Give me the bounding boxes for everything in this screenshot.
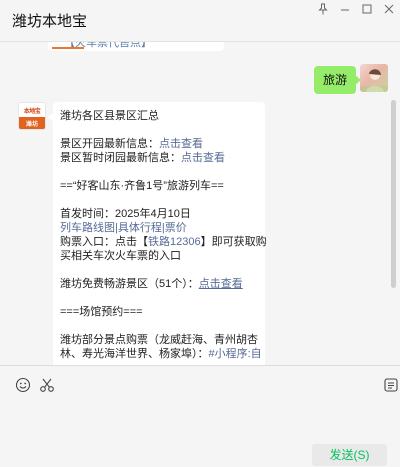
closed-info-link[interactable]: 点击查看 [181,152,225,164]
previous-card-accent [52,47,84,49]
partial-tickets-line-2: 林、寿光海洋世界、杨家埠）：#小程序:自 [60,348,262,360]
train-links-line: 列车路线图|具体行程|票价 [60,222,187,234]
partial-tickets-line: 潍坊部分景点购票（龙威赶海、青州胡杏 [60,334,258,346]
pin-icon[interactable] [312,0,334,18]
open-info-line: 景区开园最新信息：点击查看 [60,138,203,150]
free-scenic-link[interactable]: 点击查看 [199,278,243,290]
avatar-bottom-text: 潍坊 [25,121,38,128]
avatar-top-text: 本地宝 [23,109,41,115]
emoji-icon[interactable] [14,376,32,394]
minimize-icon[interactable] [334,0,356,18]
message-input-area[interactable]: 发送(S) [0,365,400,467]
ticket-line: 购票入口：点击【铁路12306】即可获取购 [60,236,267,248]
my-avatar[interactable] [360,64,388,92]
closed-info-line: 景区暂时闭园最新信息：点击查看 [60,152,225,164]
previous-message-card[interactable]: 【火车票代售点】 [48,42,224,51]
railway-12306-link[interactable]: 铁路12306 [148,236,201,248]
send-button[interactable]: 发送(S) [312,444,387,466]
scissors-icon[interactable] [38,376,56,394]
open-info-link[interactable]: 点击查看 [159,138,203,150]
mini-program-link[interactable]: #小程序:自 [209,348,262,360]
message-title: 潍坊各区县景区汇总 [60,110,159,122]
maximize-icon[interactable] [356,0,378,18]
chat-history-icon[interactable] [382,376,400,394]
title-bar: 潍坊本地宝 [0,0,400,42]
ticket-line-2: 买相关车次火车票的入口 [60,250,181,262]
bot-message-bubble: 潍坊各区县景区汇总 景区开园最新信息：点击查看 景区暂时闭园最新信息：点击查看 … [48,102,267,365]
itinerary-link[interactable]: 具体行程 [118,222,162,234]
close-icon[interactable] [378,0,400,18]
first-departure: 首发时间：2025年4月10日 [60,208,191,220]
train-heading: ==“好客山东·齐鲁1号”旅游列车== [60,180,224,192]
route-map-link[interactable]: 列车路线图 [60,222,115,234]
free-scenic-line: 潍坊免费畅游景区（51个）：点击查看 [60,278,243,290]
venue-heading: ===场馆预约=== [60,306,143,318]
my-message-bubble[interactable]: 旅游 [313,66,362,94]
chat-area[interactable]: 【火车票代售点】 旅游 本地宝 潍坊 潍坊各区县景区汇总 景区开园最新信息：点击… [0,42,400,365]
price-link[interactable]: 票价 [165,222,187,234]
official-account-avatar[interactable]: 本地宝 潍坊 [18,102,46,130]
window-title: 潍坊本地宝 [12,13,88,30]
chat-scrollbar[interactable] [391,100,396,288]
